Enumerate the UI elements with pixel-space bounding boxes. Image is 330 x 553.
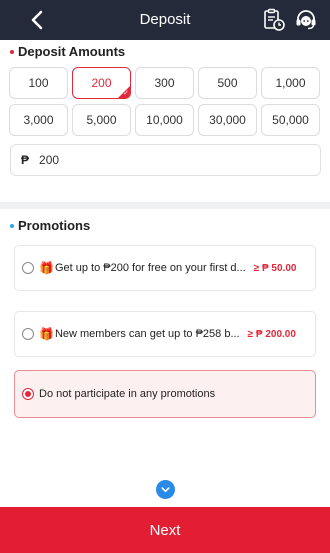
- customer-service-icon: [296, 10, 316, 30]
- section-divider: [0, 202, 330, 209]
- amount-option-5000[interactable]: 5,000: [72, 104, 131, 136]
- amount-option-30000[interactable]: 30,000: [198, 104, 257, 136]
- promotion-label: New members can get up to ₱258 b...: [54, 328, 240, 340]
- deposit-amounts-heading: Deposit Amounts: [10, 44, 125, 59]
- currency-symbol: ₱: [21, 153, 30, 167]
- promotion-label: Get up to ₱200 for free on your first d.…: [54, 262, 246, 274]
- customer-service-button[interactable]: [294, 8, 318, 32]
- radio-button[interactable]: [22, 388, 34, 400]
- radio-button[interactable]: [22, 262, 34, 274]
- app-header: Deposit: [0, 0, 330, 40]
- gift-icon: 🎁: [39, 261, 54, 275]
- amount-option-300[interactable]: 300: [135, 67, 194, 99]
- next-button[interactable]: Next: [0, 507, 330, 553]
- amount-option-100[interactable]: 100: [9, 67, 68, 99]
- deposit-record-icon: [264, 8, 285, 31]
- promotions-heading: Promotions: [10, 218, 90, 233]
- chevron-down-icon: [161, 487, 170, 493]
- section-dot: [10, 49, 14, 54]
- promotion-option-new-members[interactable]: 🎁 New members can get up to ₱258 b... ≥ …: [14, 311, 316, 357]
- amount-option-50000[interactable]: 50,000: [261, 104, 320, 136]
- amount-option-3000[interactable]: 3,000: [9, 104, 68, 136]
- promotions-title: Promotions: [18, 218, 91, 233]
- section-dot: [10, 223, 14, 228]
- check-icon: ✓: [123, 90, 129, 97]
- deposit-record-button[interactable]: [262, 8, 286, 32]
- gift-icon: 🎁: [39, 327, 54, 341]
- promotion-min-amount: ≥ ₱ 200.00: [247, 328, 296, 340]
- expand-button[interactable]: [156, 480, 175, 499]
- amount-input-field[interactable]: ₱ 200: [10, 144, 321, 176]
- amount-input-value: 200: [39, 153, 60, 167]
- promotion-option-first-deposit[interactable]: 🎁 Get up to ₱200 for free on your first …: [14, 245, 316, 291]
- amount-option-200[interactable]: 200 ✓: [72, 67, 131, 99]
- deposit-amounts-title: Deposit Amounts: [18, 44, 126, 59]
- promotion-option-none[interactable]: Do not participate in any promotions: [14, 370, 316, 418]
- amount-option-500[interactable]: 500: [198, 67, 257, 99]
- promotion-min-amount: ≥ ₱ 50.00: [253, 262, 297, 274]
- amount-option-10000[interactable]: 10,000: [135, 104, 194, 136]
- amount-option-1000[interactable]: 1,000: [261, 67, 320, 99]
- promotion-label: Do not participate in any promotions: [39, 388, 216, 400]
- radio-button[interactable]: [22, 328, 34, 340]
